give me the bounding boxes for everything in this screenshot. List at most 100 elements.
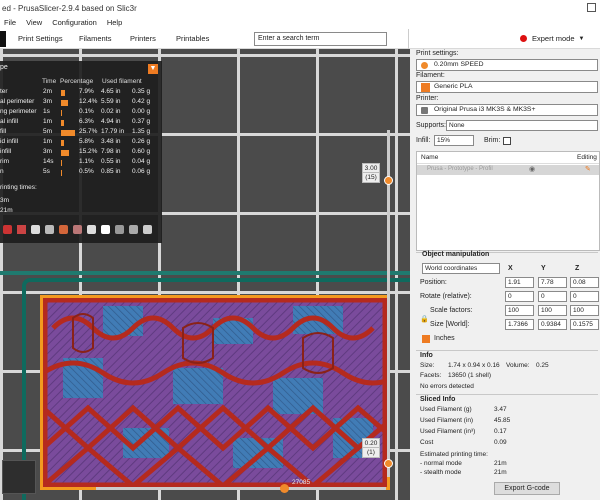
coordinates-select[interactable]: World coordinates: [422, 263, 500, 274]
rotate-z-input[interactable]: 0: [570, 291, 599, 302]
legend-row-bar: [61, 120, 65, 126]
legend-row[interactable]: al perimeter 3m 12.4% 5.59 in 0.42 g: [0, 98, 162, 108]
used-in3-label: Used Filament (in³): [420, 428, 476, 435]
color-changes-icon[interactable]: [87, 225, 96, 234]
col-name: Name: [421, 154, 439, 161]
size-y-input[interactable]: 0.9384: [538, 319, 567, 330]
inches-checkbox[interactable]: [422, 335, 430, 343]
legend-row-label: al perimeter: [0, 98, 35, 105]
menu-view[interactable]: View: [21, 18, 47, 27]
tab-printables[interactable]: Printables: [176, 34, 209, 43]
legend-row[interactable]: infill 3m 15.2% 7.98 in 0.60 g: [0, 148, 162, 158]
brim-checkbox[interactable]: [503, 137, 511, 145]
legend-row-length: 5.59 in: [101, 98, 121, 105]
wipe-icon[interactable]: [17, 225, 26, 234]
printer-select[interactable]: Original Prusa i3 MK3S & MK3S+: [416, 104, 598, 116]
layers-editing-icon[interactable]: [2, 460, 36, 494]
scale-x-input[interactable]: 100: [505, 305, 534, 316]
legend-header: pe ▼: [0, 63, 162, 75]
seams-icon[interactable]: [59, 225, 68, 234]
infill-select[interactable]: 15%: [434, 135, 474, 146]
used-in3-value: 0.17: [494, 428, 507, 435]
legend-row[interactable]: id infill 1m 5.8% 3.48 in 0.26 g: [0, 138, 162, 148]
retractions-icon[interactable]: [31, 225, 40, 234]
move-slider-track[interactable]: [96, 487, 386, 490]
object-row[interactable]: Prusa - Prototype - Profil ◉ ✎: [417, 165, 599, 175]
edit-icon[interactable]: ✎: [585, 165, 591, 173]
legend-row-length: 4.94 in: [101, 118, 121, 125]
position-z-input[interactable]: 0.08: [570, 277, 599, 288]
legend-row-bar: [61, 150, 70, 156]
preview-viewport[interactable]: pe ▼ Time Percentage Used filament ter 2m…: [0, 49, 410, 500]
legend-row-length: 0.85 in: [101, 168, 121, 175]
legend-row[interactable]: n 5s 0.5% 0.85 in 0.06 g: [0, 168, 162, 178]
legend-row[interactable]: rim 14s 1.1% 0.55 in 0.04 g: [0, 158, 162, 168]
filament-color-swatch[interactable]: [421, 83, 430, 92]
deretractions-icon[interactable]: [45, 225, 54, 234]
filament-label: Filament:: [416, 72, 445, 79]
legend-col-percentage: Percentage: [60, 78, 94, 85]
legend-row[interactable]: ng perimeter 1s 0.1% 0.02 in 0.00 g: [0, 108, 162, 118]
lock-icon[interactable]: 🔒: [420, 315, 429, 323]
legend-row-time: 1s: [43, 108, 50, 115]
object-name: Prusa - Prototype - Profil: [427, 166, 493, 172]
menu-file[interactable]: File: [0, 18, 21, 27]
legend-row-percentage: 6.3%: [79, 118, 94, 125]
legend-row-length: 0.02 in: [101, 108, 121, 115]
scale-z-input[interactable]: 100: [570, 305, 599, 316]
pause-prints-icon[interactable]: [101, 225, 110, 234]
search-input[interactable]: Enter a search term: [254, 32, 387, 46]
legend-row[interactable]: fill 5m 25.7% 17.79 in 1.35 g: [0, 128, 162, 138]
tool-changes-icon[interactable]: [73, 225, 82, 234]
layer-top-thumb[interactable]: [384, 176, 393, 185]
sliced-part[interactable]: [40, 295, 390, 490]
tab-print-settings[interactable]: Print Settings: [18, 34, 63, 43]
maximize-icon[interactable]: [587, 3, 596, 12]
travel-icon[interactable]: [3, 225, 12, 234]
legend-row-weight: 0.35 g: [132, 88, 151, 95]
legend-row-label: n: [0, 168, 4, 175]
filament-select[interactable]: Generic PLA: [416, 81, 598, 93]
legend-row-bar: [61, 140, 65, 146]
layer-bottom-thumb[interactable]: [384, 459, 393, 468]
rotate-x-input[interactable]: 0: [505, 291, 534, 302]
legend-col-used: Used filament: [102, 78, 142, 85]
tool-marker-icon[interactable]: [143, 225, 152, 234]
mode-selector[interactable]: Expert mode ▼: [520, 34, 584, 43]
visibility-icon[interactable]: ◉: [529, 165, 535, 173]
size-z-input[interactable]: 0.1575: [570, 319, 599, 330]
legend-row[interactable]: al infill 1m 6.3% 4.94 in 0.37 g: [0, 118, 162, 128]
tab-filaments[interactable]: Filaments: [79, 34, 112, 43]
supports-select[interactable]: None: [446, 120, 598, 131]
shells-icon[interactable]: [129, 225, 138, 234]
menu-help[interactable]: Help: [102, 18, 127, 27]
legend-row-bar: [61, 130, 75, 136]
rotate-y-input[interactable]: 0: [538, 291, 567, 302]
legend-row-length: 4.65 in: [101, 88, 121, 95]
export-gcode-button[interactable]: Export G-code: [494, 482, 560, 495]
object-list-header: Name Editing: [417, 152, 599, 164]
legend-row[interactable]: ter 2m 7.9% 4.65 in 0.35 g: [0, 88, 162, 98]
legend-row-label: id infill: [0, 138, 19, 145]
legend-row-time: 5m: [43, 128, 53, 135]
position-y-input[interactable]: 7.78: [538, 277, 567, 288]
legend-row-label: ng perimeter: [0, 108, 37, 115]
position-label: Position:: [420, 279, 447, 286]
tab-printers[interactable]: Printers: [130, 34, 156, 43]
legend-toolbar: [3, 225, 159, 239]
scale-y-input[interactable]: 100: [538, 305, 567, 316]
plater-tab-icon[interactable]: [0, 31, 6, 47]
legend-row-percentage: 25.7%: [79, 128, 98, 135]
chevron-down-icon[interactable]: ▼: [148, 64, 158, 74]
custom-gcode-icon[interactable]: [115, 225, 124, 234]
move-slider-thumb[interactable]: [280, 484, 289, 493]
used-in-value: 45.85: [494, 417, 511, 424]
menu-configuration[interactable]: Configuration: [47, 18, 102, 27]
print-profile-select[interactable]: 0.20mm SPEED: [416, 59, 598, 71]
legend-row-weight: 0.04 g: [132, 158, 151, 165]
legend-row-time: 1m: [43, 138, 53, 145]
object-list[interactable]: Name Editing Prusa - Prototype - Profil …: [416, 151, 600, 251]
position-x-input[interactable]: 1.91: [505, 277, 534, 288]
cost-value: 0.09: [494, 439, 507, 446]
size-x-input[interactable]: 1.7366: [505, 319, 534, 330]
